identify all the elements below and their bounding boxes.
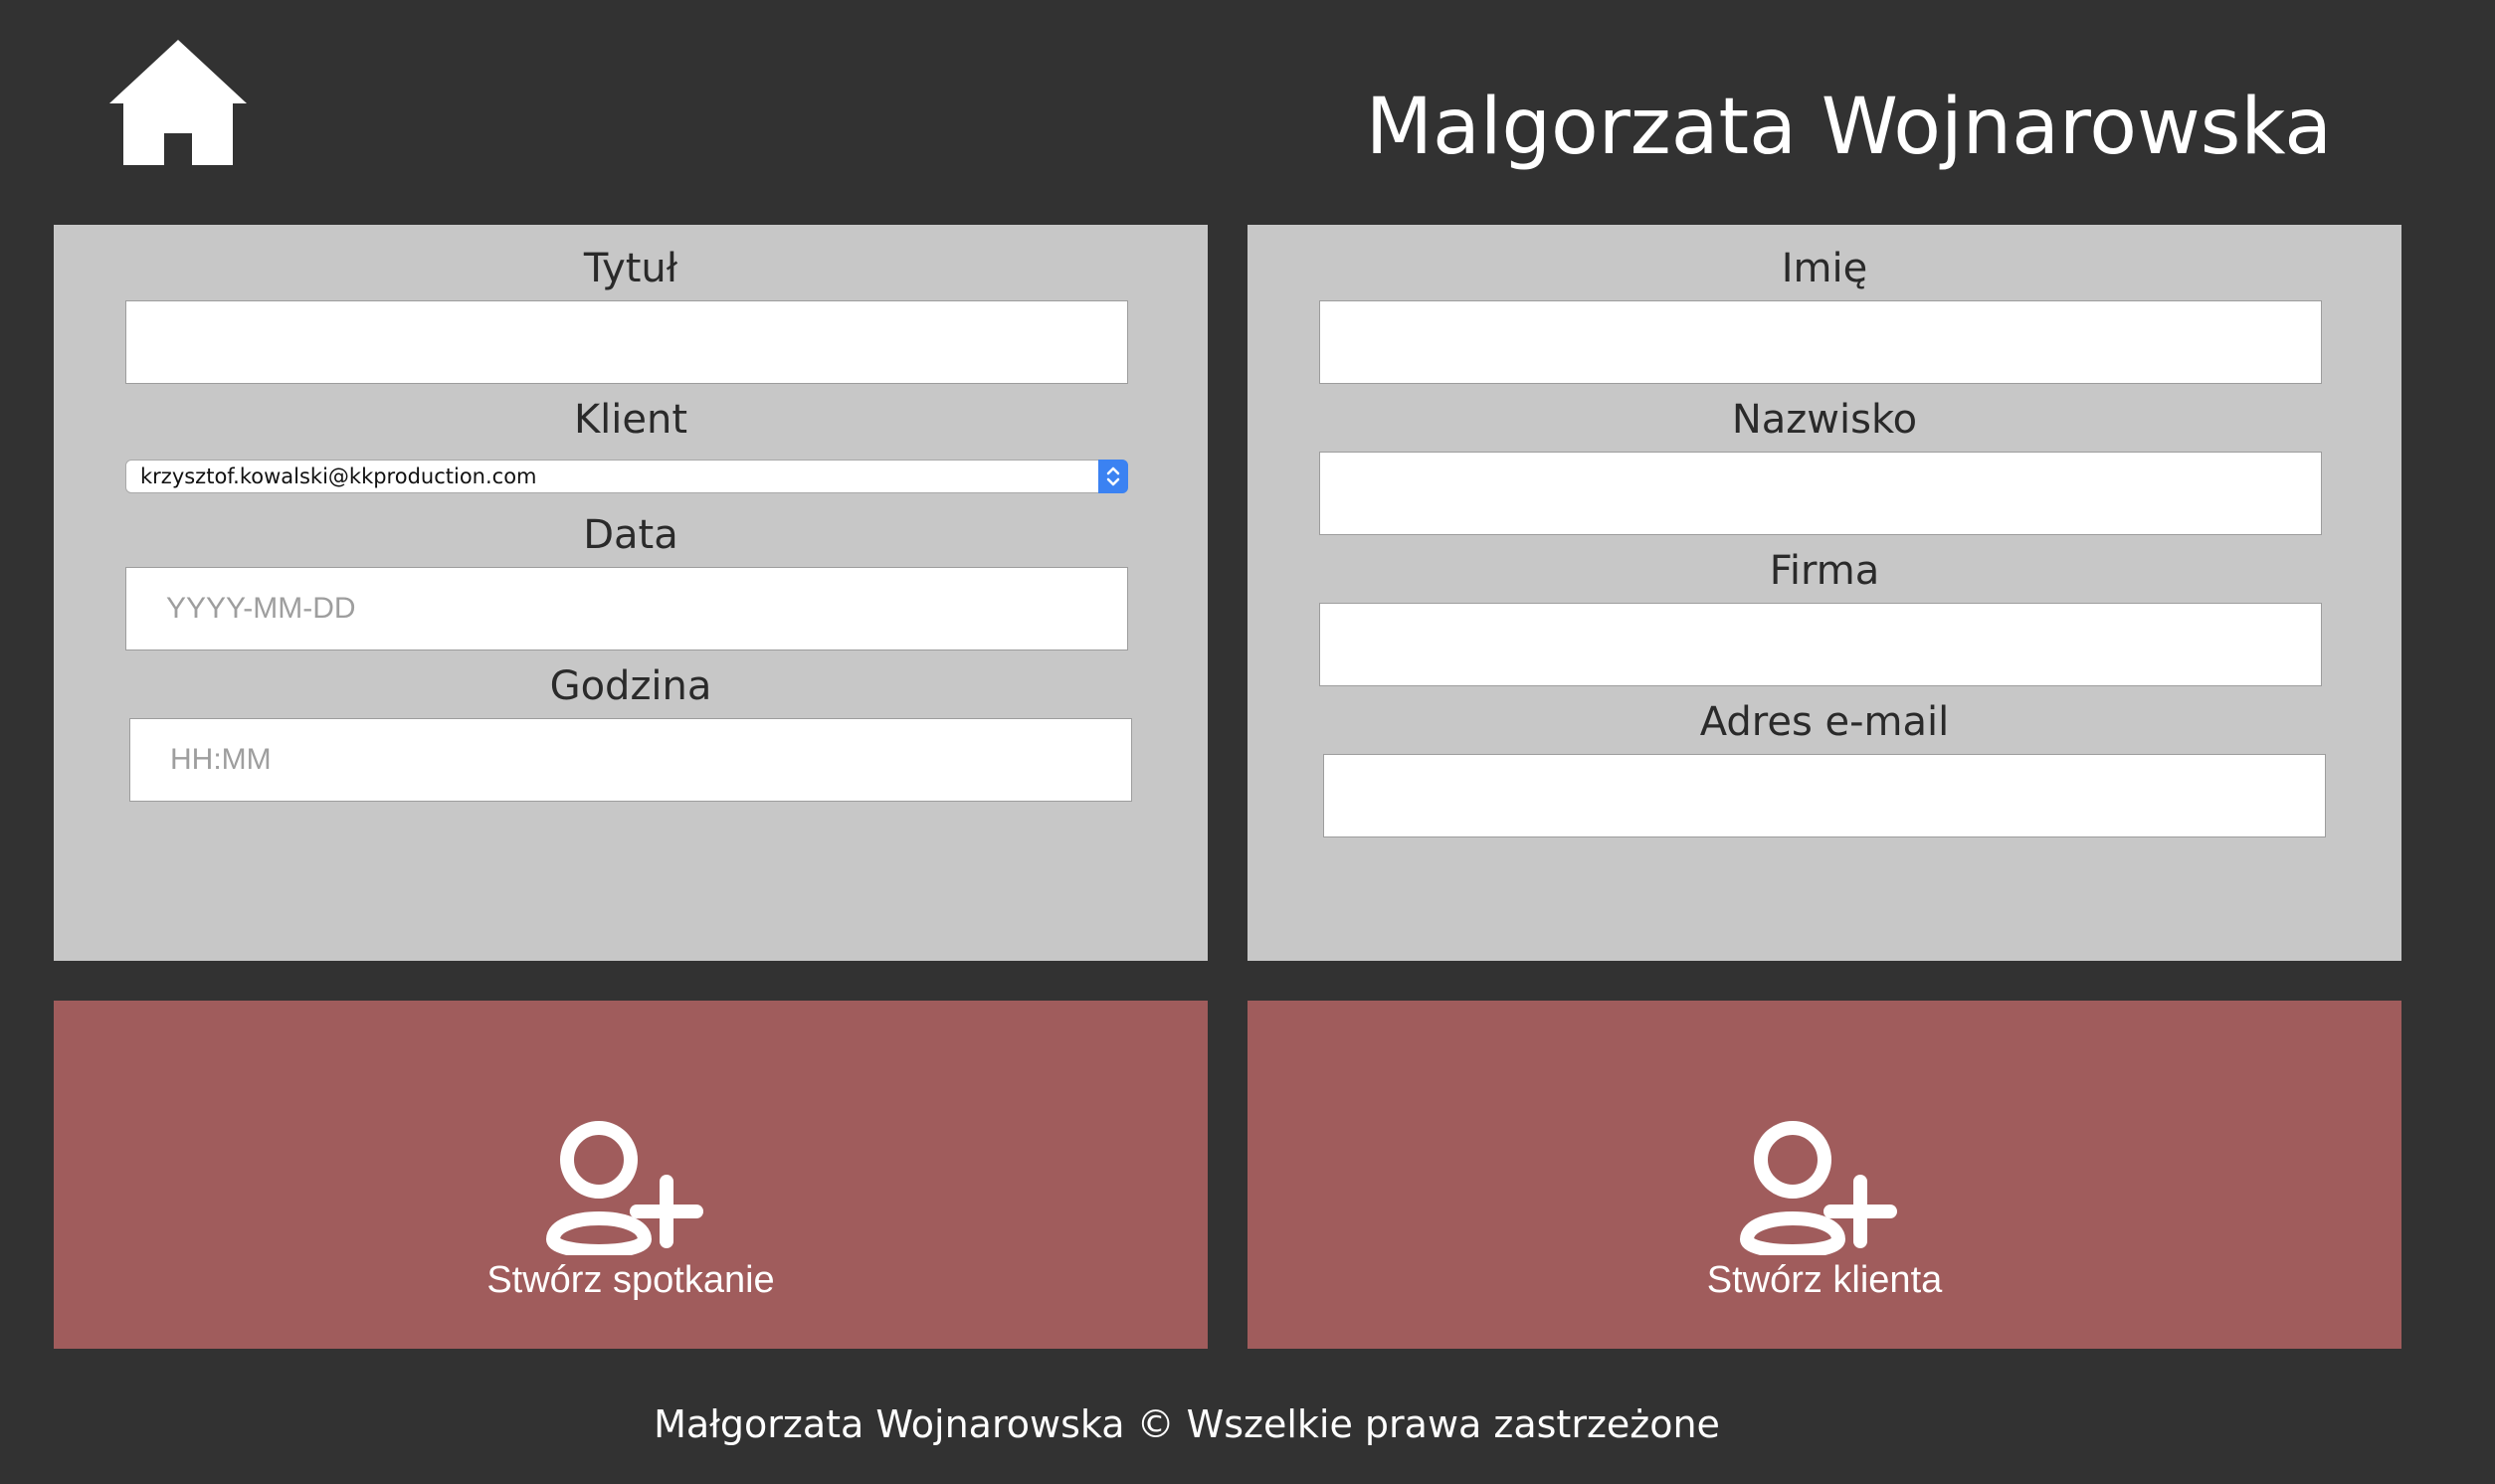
create-client-button[interactable]: Stwórz klienta: [1248, 1001, 2401, 1349]
home-icon[interactable]: [107, 38, 249, 165]
company-input[interactable]: [1319, 603, 2322, 686]
add-user-icon: [546, 1121, 703, 1255]
add-user-icon: [1740, 1121, 1897, 1255]
title-input[interactable]: [125, 300, 1128, 384]
footer-copyright: Małgorzata Wojnarowska © Wszelkie prawa …: [654, 1402, 1720, 1446]
client-select[interactable]: krzysztof.kowalski@kkproduction.com: [125, 460, 1128, 493]
date-input[interactable]: [125, 567, 1128, 650]
create-meeting-button[interactable]: Stwórz spotkanie: [54, 1001, 1208, 1349]
date-label: Data: [583, 512, 678, 558]
email-label: Adres e-mail: [1699, 699, 1950, 745]
select-arrows-icon: [1098, 460, 1128, 493]
header: Malgorzata Wojnarowska: [0, 0, 2495, 225]
time-label: Godzina: [549, 663, 712, 709]
first-name-label: Imię: [1781, 246, 1868, 291]
last-name-label: Nazwisko: [1731, 397, 1918, 443]
first-name-input[interactable]: [1319, 300, 2322, 384]
last-name-input[interactable]: [1319, 452, 2322, 535]
email-input[interactable]: [1323, 754, 2326, 837]
user-name: Malgorzata Wojnarowska: [1365, 83, 2332, 172]
client-form-panel: Imię Nazwisko Firma Adres e-mail: [1248, 225, 2401, 961]
client-label: Klient: [573, 397, 688, 443]
title-label: Tytuł: [583, 246, 678, 291]
company-label: Firma: [1769, 548, 1880, 594]
time-input[interactable]: [129, 718, 1132, 802]
meeting-form-panel: Tytuł Klient krzysztof.kowalski@kkproduc…: [54, 225, 1208, 961]
create-client-label: Stwórz klienta: [1706, 1259, 1943, 1301]
create-meeting-label: Stwórz spotkanie: [486, 1259, 775, 1301]
client-select-value: krzysztof.kowalski@kkproduction.com: [140, 464, 537, 488]
